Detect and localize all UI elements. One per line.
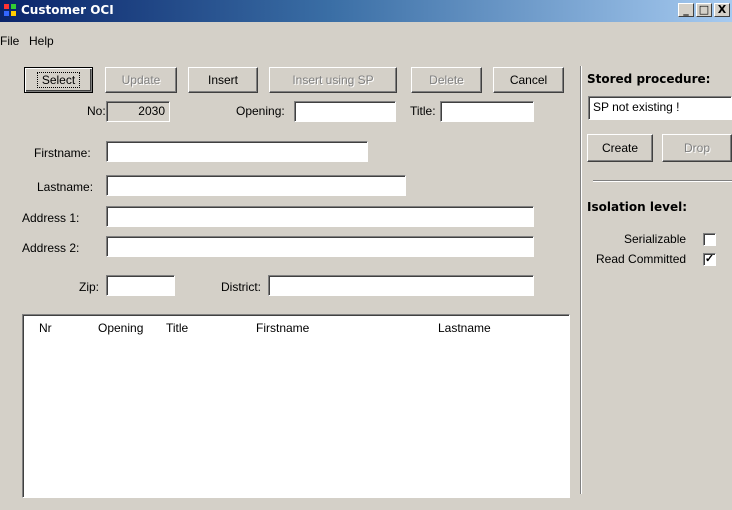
isolation-level-heading: Isolation level:: [587, 200, 688, 214]
read-committed-label: Read Committed: [596, 252, 687, 266]
address2-input[interactable]: [106, 236, 534, 257]
isolation-divider: [593, 180, 732, 182]
serializable-checkbox[interactable]: [703, 233, 716, 246]
window-title: Customer OCI: [21, 3, 114, 17]
update-button[interactable]: Update: [105, 67, 177, 93]
create-sp-button[interactable]: Create: [587, 134, 653, 162]
menu-help[interactable]: Help: [29, 34, 54, 48]
district-input[interactable]: [268, 275, 534, 296]
title-label: Title:: [410, 104, 436, 118]
address2-label: Address 2:: [22, 241, 80, 255]
customer-list[interactable]: Nr Opening Title Firstname Lastname: [22, 314, 570, 498]
select-button-label: Select: [36, 72, 81, 88]
district-label: District:: [221, 280, 261, 294]
no-label: No:: [87, 104, 106, 118]
cancel-button[interactable]: Cancel: [493, 67, 564, 93]
title-input[interactable]: [440, 101, 534, 122]
panel-divider: [580, 66, 582, 494]
title-bar[interactable]: Customer OCI _ □ X: [0, 0, 732, 22]
delete-button[interactable]: Delete: [411, 67, 482, 93]
zip-label: Zip:: [79, 280, 100, 294]
opening-label: Opening:: [236, 104, 285, 118]
lastname-input[interactable]: [106, 175, 406, 196]
drop-sp-button[interactable]: Drop: [662, 134, 732, 162]
serializable-label: Serializable: [624, 232, 687, 246]
firstname-label: Firstname:: [34, 146, 91, 160]
zip-input[interactable]: [106, 275, 175, 296]
column-title[interactable]: Title: [166, 321, 188, 335]
column-firstname[interactable]: Firstname: [256, 321, 309, 335]
lastname-label: Lastname:: [37, 180, 94, 194]
column-nr[interactable]: Nr: [39, 321, 52, 335]
insert-button[interactable]: Insert: [188, 67, 258, 93]
sp-status-field[interactable]: SP not existing !: [588, 96, 732, 120]
maximize-button[interactable]: □: [696, 3, 712, 17]
opening-input[interactable]: [294, 101, 396, 122]
window-controls: _ □ X: [676, 3, 730, 19]
minimize-button[interactable]: _: [678, 3, 694, 17]
address1-label: Address 1:: [22, 211, 80, 225]
address1-input[interactable]: [106, 206, 534, 227]
column-lastname[interactable]: Lastname: [438, 321, 491, 335]
insert-using-sp-button[interactable]: Insert using SP: [269, 67, 397, 93]
select-button[interactable]: Select: [24, 67, 93, 93]
app-grid-icon[interactable]: [4, 4, 18, 18]
close-button[interactable]: X: [714, 3, 730, 17]
column-opening[interactable]: Opening: [98, 321, 143, 335]
customer-oci-window: Customer OCI _ □ X File Help Select Upda…: [0, 0, 732, 510]
menu-file[interactable]: File: [0, 34, 19, 48]
no-field: 2030: [106, 101, 170, 122]
firstname-input[interactable]: [106, 141, 368, 162]
stored-procedure-heading: Stored procedure:: [587, 72, 711, 86]
read-committed-checkbox[interactable]: ✓: [703, 253, 716, 266]
check-mark-icon: ✓: [704, 253, 715, 265]
